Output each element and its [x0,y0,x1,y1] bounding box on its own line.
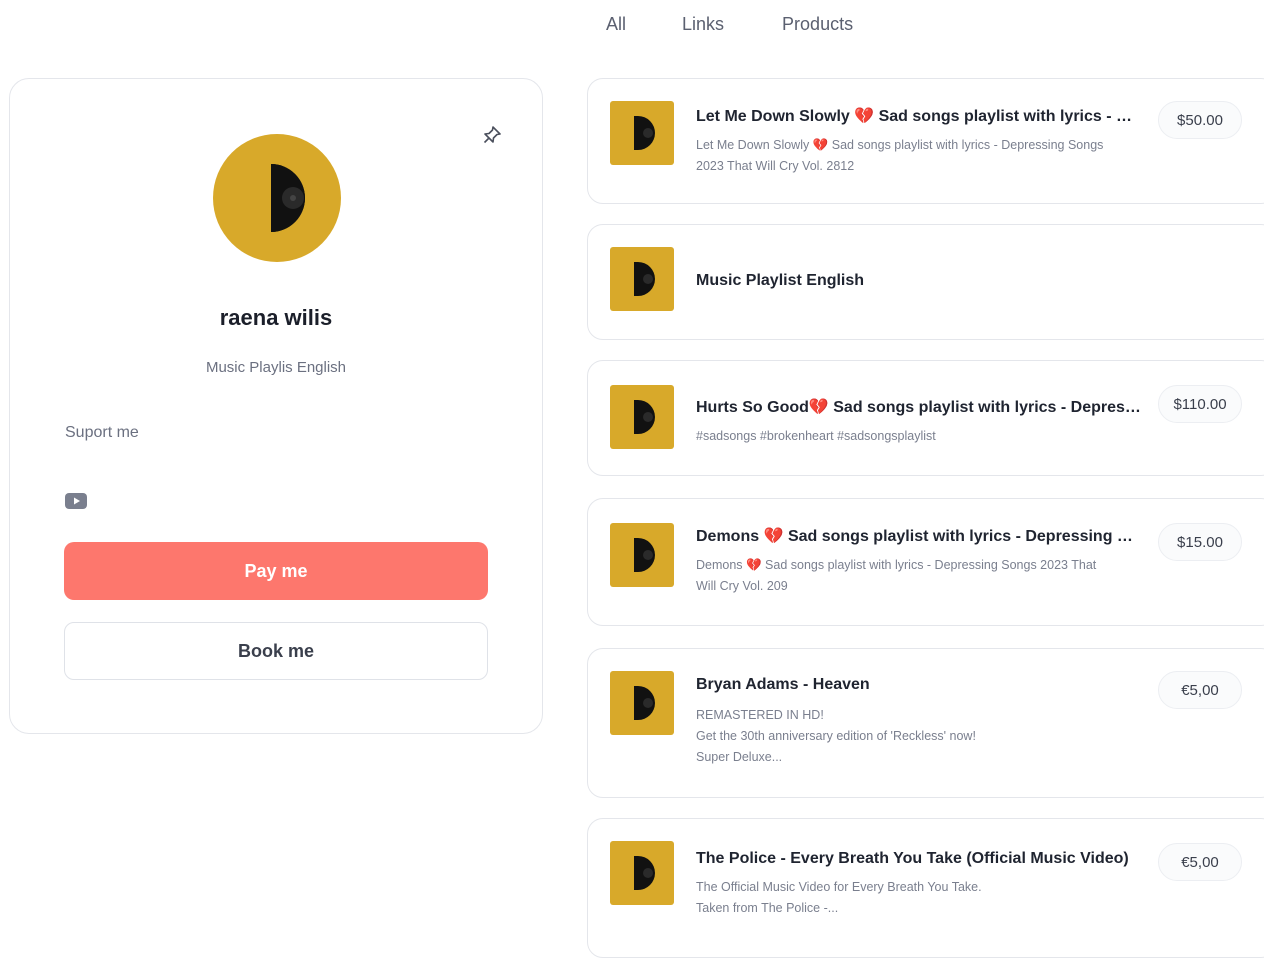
price-badge: $110.00 [1158,385,1242,423]
tab-links[interactable]: Links [682,14,724,35]
vinyl-record-icon [610,841,674,905]
vinyl-record-icon [610,101,674,165]
pay-me-button[interactable]: Pay me [64,542,488,600]
profile-card: raena wilis Music Playlis English Suport… [9,78,543,734]
youtube-icon[interactable] [65,493,87,509]
list-item[interactable]: The Police - Every Breath You Take (Offi… [587,818,1264,958]
item-description: REMASTERED IN HD! Get the 30th anniversa… [696,705,1106,768]
item-title: Bryan Adams - Heaven [696,676,870,693]
list-item[interactable]: Demons 💔 Sad songs playlist with lyrics … [587,498,1264,626]
vinyl-record-icon [610,385,674,449]
price-badge: €5,00 [1158,671,1242,709]
item-title: The Police - Every Breath You Take (Offi… [696,850,1129,867]
list-item[interactable]: Hurts So Good💔 Sad songs playlist with l… [587,360,1264,476]
pin-icon[interactable] [482,125,502,145]
item-title: Hurts So Good💔 Sad songs playlist with l… [696,399,1142,416]
price-badge: $15.00 [1158,523,1242,561]
profile-bio: Music Playlis English [205,359,347,376]
vinyl-record-icon [610,671,674,735]
item-title: Music Playlist English [696,272,865,289]
book-me-button[interactable]: Book me [64,622,488,680]
list-item[interactable]: Music Playlist English [587,224,1264,340]
price-badge: $50.00 [1158,101,1242,139]
item-title: Demons 💔 Sad songs playlist with lyrics … [696,528,1142,545]
support-label: Suport me [65,424,139,441]
item-description: #sadsongs #brokenheart #sadsongsplaylist [696,429,936,443]
item-title: Let Me Down Slowly 💔 Sad songs playlist … [696,108,1142,125]
vinyl-record-icon [610,247,674,311]
item-description: Demons 💔 Sad songs playlist with lyrics … [696,558,1097,593]
vinyl-record-icon [271,164,305,232]
list-item[interactable]: Bryan Adams - Heaven REMASTERED IN HD! G… [587,648,1264,798]
vinyl-record-icon [610,523,674,587]
list-item[interactable]: Let Me Down Slowly 💔 Sad songs playlist … [587,78,1264,204]
item-description-line: REMASTERED IN HD! [696,708,824,722]
tab-products[interactable]: Products [782,14,853,35]
avatar [213,134,341,262]
item-description-line: Get the 30th anniversary edition of 'Rec… [696,729,976,743]
item-description: The Official Music Video for Every Breat… [696,877,1106,919]
item-description-line: Super Deluxe... [696,750,783,764]
item-description-line: Taken from The Police -... [696,901,839,915]
price-badge: €5,00 [1158,843,1242,881]
filter-tabs: All Links Products [606,14,853,35]
item-description: Let Me Down Slowly 💔 Sad songs playlist … [696,138,1104,173]
item-description-line: The Official Music Video for Every Breat… [696,880,982,894]
tab-all[interactable]: All [606,14,626,35]
profile-name: raena wilis [219,305,333,330]
